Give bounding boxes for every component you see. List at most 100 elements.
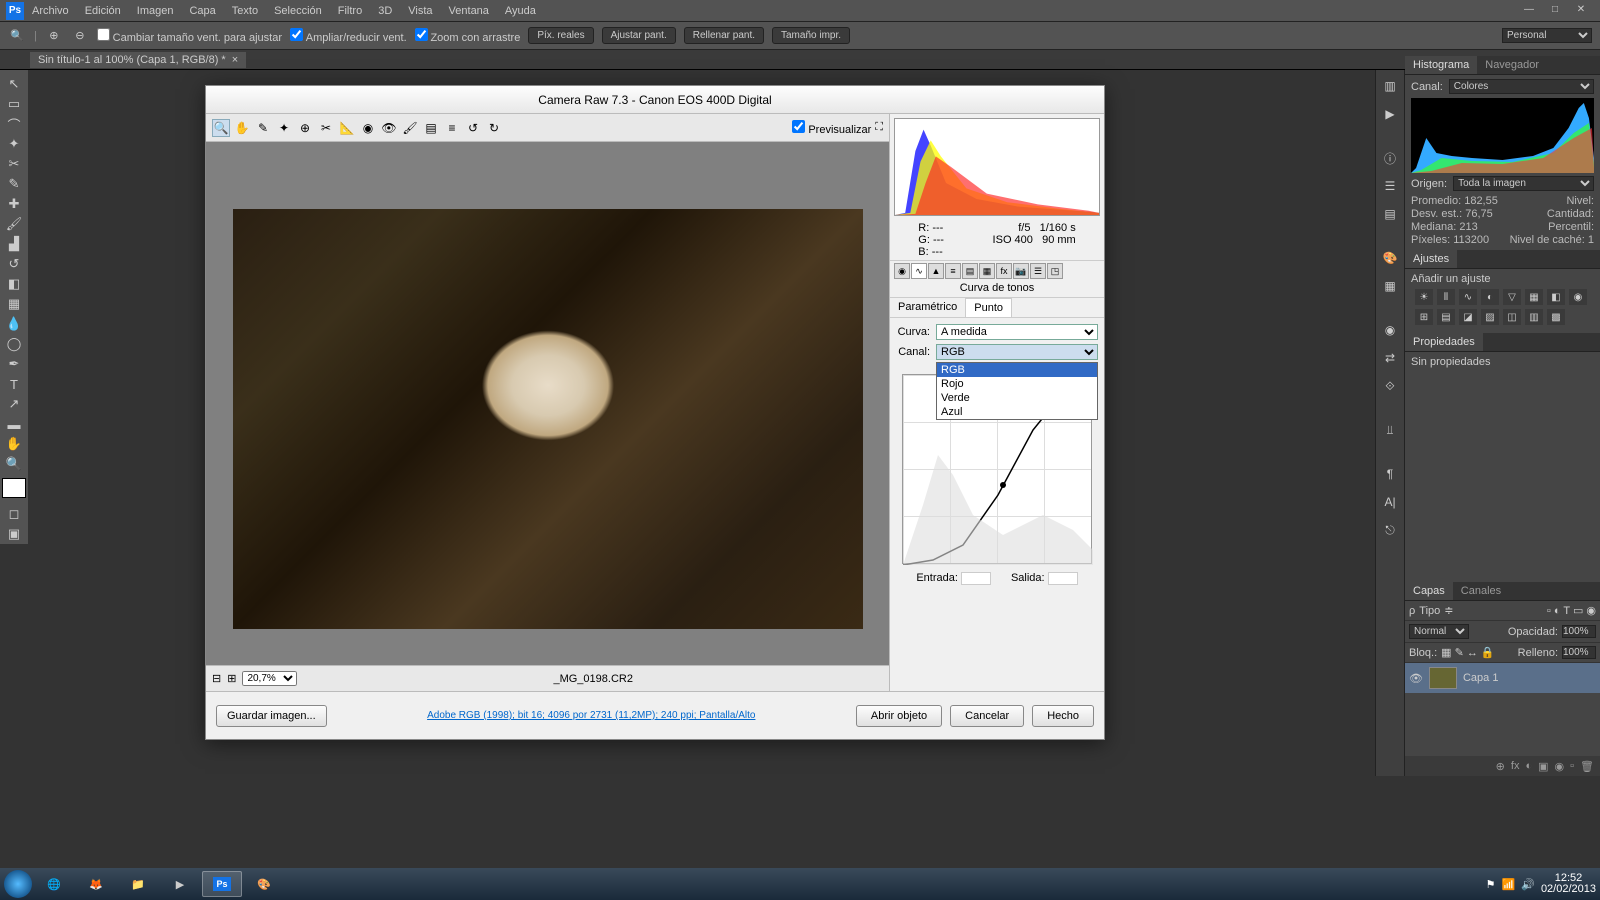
channel-opt-red[interactable]: Rojo [937,377,1097,391]
menu-layer[interactable]: Capa [189,5,215,17]
blur-tool-icon[interactable]: 💧 [2,314,26,334]
tab-hsl-icon[interactable]: ≡ [945,263,961,279]
adjustments-tab[interactable]: Ajustes [1405,250,1457,268]
save-image-button[interactable]: Guardar imagen... [216,705,327,727]
fullscreen-icon[interactable]: ⛶ [875,121,883,134]
menu-3d[interactable]: 3D [378,5,392,17]
done-button[interactable]: Hecho [1032,705,1094,727]
eyedropper-tool-icon[interactable]: ✎ [2,174,26,194]
panel-icon-info[interactable]: ⓘ [1378,146,1402,170]
source-select[interactable]: Toda la imagen [1453,176,1594,191]
workflow-link[interactable]: Adobe RGB (1998); bit 16; 4096 por 2731 … [335,710,848,721]
adjustment-layer-icon[interactable]: ◉ [1555,760,1565,773]
menu-edit[interactable]: Edición [85,5,121,17]
point-tab[interactable]: Punto [965,298,1012,317]
craw-crop-icon[interactable]: ✂ [317,119,335,137]
channel-opt-blue[interactable]: Azul [937,405,1097,419]
adj-curves-icon[interactable]: ∿ [1459,289,1477,305]
cancel-button[interactable]: Cancelar [950,705,1024,727]
adj-vibrance-icon[interactable]: ▽ [1503,289,1521,305]
craw-prefs-icon[interactable]: ≡ [443,119,461,137]
tab-basic-icon[interactable]: ◉ [894,263,910,279]
visibility-icon[interactable]: 👁 [1409,672,1423,685]
close-tab-icon[interactable]: × [232,54,238,66]
menu-help[interactable]: Ayuda [505,5,536,17]
paint-icon[interactable]: 🎨 [244,871,284,897]
panel-icon-10[interactable]: ⟐ [1378,374,1402,398]
craw-target-icon[interactable]: ⊕ [296,119,314,137]
craw-sampler-icon[interactable]: ✦ [275,119,293,137]
menu-select[interactable]: Selección [274,5,322,17]
tab-fx-icon[interactable]: fx [996,263,1012,279]
actual-pixels-button[interactable]: Píx. reales [528,27,593,44]
menu-file[interactable]: Archivo [32,5,69,17]
scrubby-zoom-check[interactable]: Zoom con arrastre [415,28,521,44]
tab-snap-icon[interactable]: ◳ [1047,263,1063,279]
menu-text[interactable]: Texto [232,5,258,17]
photoshop-taskbar-icon[interactable]: Ps [202,871,242,897]
zoom-select[interactable]: 20,7% [242,671,297,686]
resize-window-check[interactable]: Cambiar tamaño vent. para ajustar [97,28,282,44]
document-tab[interactable]: Sin título-1 al 100% (Capa 1, RGB/8) *× [30,52,246,68]
craw-zoom-icon[interactable]: 🔍 [212,119,230,137]
new-layer-icon[interactable]: ▫ [1570,760,1574,772]
quickmask-icon[interactable]: ◻ [2,504,26,524]
zoom-tool-icon[interactable]: 🔍 [8,27,26,45]
panel-icon-para[interactable]: ¶ [1378,462,1402,486]
type-tool-icon[interactable]: T [2,374,26,394]
crop-tool-icon[interactable]: ✂ [2,154,26,174]
fill-screen-button[interactable]: Rellenar pant. [684,27,764,44]
firefox-icon[interactable]: 🦊 [76,871,116,897]
preview-canvas[interactable] [206,142,889,665]
mask-icon[interactable]: ◐ [1525,760,1532,772]
adj-poster-icon[interactable]: ▨ [1481,309,1499,325]
marquee-tool-icon[interactable]: ▭ [2,94,26,114]
adj-hue-icon[interactable]: ▦ [1525,289,1543,305]
panel-icon-9[interactable]: ⇄ [1378,346,1402,370]
fill-input[interactable] [1562,646,1596,659]
lasso-tool-icon[interactable]: ⌒ [2,114,26,134]
craw-rotate-r-icon[interactable]: ↻ [485,119,503,137]
layer-thumbnail[interactable] [1429,667,1457,689]
adj-brightness-icon[interactable]: ☀ [1415,289,1433,305]
properties-tab[interactable]: Propiedades [1405,333,1483,351]
minimize-icon[interactable]: — [1516,4,1542,18]
zoom-tool2-icon[interactable]: 🔍 [2,454,26,474]
tab-preset-icon[interactable]: ☰ [1030,263,1046,279]
navigator-tab[interactable]: Navegador [1477,56,1547,74]
craw-wb-icon[interactable]: ✎ [254,119,272,137]
ie-icon[interactable]: 🌐 [34,871,74,897]
craw-brush-icon[interactable]: 🖌 [401,119,419,137]
adj-exposure-icon[interactable]: ◐ [1481,289,1499,305]
tab-lens-icon[interactable]: ▦ [979,263,995,279]
craw-redeye-icon[interactable]: 👁 [380,119,398,137]
adj-bw-icon[interactable]: ◧ [1547,289,1565,305]
menu-window[interactable]: Ventana [449,5,489,17]
input-field[interactable] [961,572,991,585]
output-field[interactable] [1048,572,1078,585]
blend-mode-select[interactable]: Normal [1409,624,1469,639]
tab-cal-icon[interactable]: 📷 [1013,263,1029,279]
zoom-out-icon[interactable]: ⊖ [71,27,89,45]
hand-tool-icon[interactable]: ✋ [2,434,26,454]
adj-thresh-icon[interactable]: ◫ [1503,309,1521,325]
dodge-tool-icon[interactable]: ◯ [2,334,26,354]
craw-grad-icon[interactable]: ▤ [422,119,440,137]
media-icon[interactable]: ▶ [160,871,200,897]
craw-straighten-icon[interactable]: 📐 [338,119,356,137]
pen-tool-icon[interactable]: ✒ [2,354,26,374]
adj-photo-icon[interactable]: ◉ [1569,289,1587,305]
eraser-tool-icon[interactable]: ◧ [2,274,26,294]
brush-tool-icon[interactable]: 🖌 [2,214,26,234]
folder-icon[interactable]: ▣ [1538,760,1548,773]
stamp-tool-icon[interactable]: ▟ [2,234,26,254]
print-size-button[interactable]: Tamaño impr. [772,27,850,44]
trash-icon[interactable]: 🗑 [1580,760,1594,773]
menu-view[interactable]: Vista [408,5,432,17]
panel-icon-7[interactable]: ▦ [1378,274,1402,298]
craw-spot-icon[interactable]: ◉ [359,119,377,137]
panel-icon-2[interactable]: ▶ [1378,102,1402,126]
panel-icon-11[interactable]: ⫫ [1378,418,1402,442]
tray-flag-icon[interactable]: ⚑ [1486,878,1496,891]
panel-icon-1[interactable]: ▥ [1378,74,1402,98]
